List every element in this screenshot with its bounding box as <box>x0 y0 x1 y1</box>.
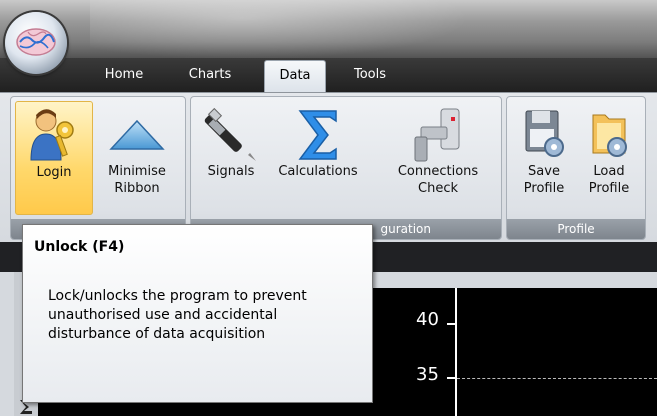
load-profile-button[interactable]: Load Profile <box>578 101 640 213</box>
minimise-ribbon-button[interactable]: Minimise Ribbon <box>94 101 180 213</box>
tab-charts[interactable]: Charts <box>170 60 250 92</box>
tooltip: Unlock (F4) Lock/unlocks the program to … <box>22 224 373 403</box>
connector-plug-icon <box>414 108 460 162</box>
tooltip-title: Unlock (F4) <box>34 239 125 255</box>
y-axis-line <box>455 288 457 416</box>
sigma-icon <box>298 110 337 160</box>
triangle-up-icon <box>109 119 165 150</box>
gridline <box>457 378 657 379</box>
brain-logo-icon <box>16 28 56 56</box>
minimise-ribbon-label: Minimise Ribbon <box>108 164 166 196</box>
connections-check-button[interactable]: Connections Check <box>382 101 494 213</box>
y-tick-label: 40 <box>416 309 439 330</box>
save-profile-button[interactable]: Save Profile <box>512 101 576 213</box>
title-bar <box>0 0 657 60</box>
login-key-user-icon <box>30 109 74 161</box>
load-profile-label: Load Profile <box>588 164 630 196</box>
load-profile-icon <box>592 114 627 157</box>
tab-home[interactable]: Home <box>92 60 156 92</box>
group-label-profile: Profile <box>507 219 645 239</box>
calculations-button[interactable]: Calculations <box>266 101 370 213</box>
save-profile-icon <box>525 110 564 157</box>
tab-tools[interactable]: Tools <box>340 60 400 92</box>
tab-data[interactable]: Data <box>264 60 326 92</box>
probe-pen-icon <box>204 107 256 161</box>
connections-check-label: Connections Check <box>397 164 479 196</box>
login-label: Login <box>36 165 72 180</box>
login-button[interactable]: Login <box>15 101 93 215</box>
signals-label: Signals <box>207 164 255 179</box>
save-profile-label: Save Profile <box>523 164 565 196</box>
y-tick-label: 35 <box>416 364 439 385</box>
tooltip-body: Lock/unlocks the program to prevent unau… <box>48 288 307 342</box>
tick-mark <box>447 377 455 379</box>
signals-button[interactable]: Signals <box>198 101 264 213</box>
tick-mark <box>447 323 455 325</box>
application-menu-button[interactable] <box>5 12 67 74</box>
calculations-label: Calculations <box>278 164 358 179</box>
